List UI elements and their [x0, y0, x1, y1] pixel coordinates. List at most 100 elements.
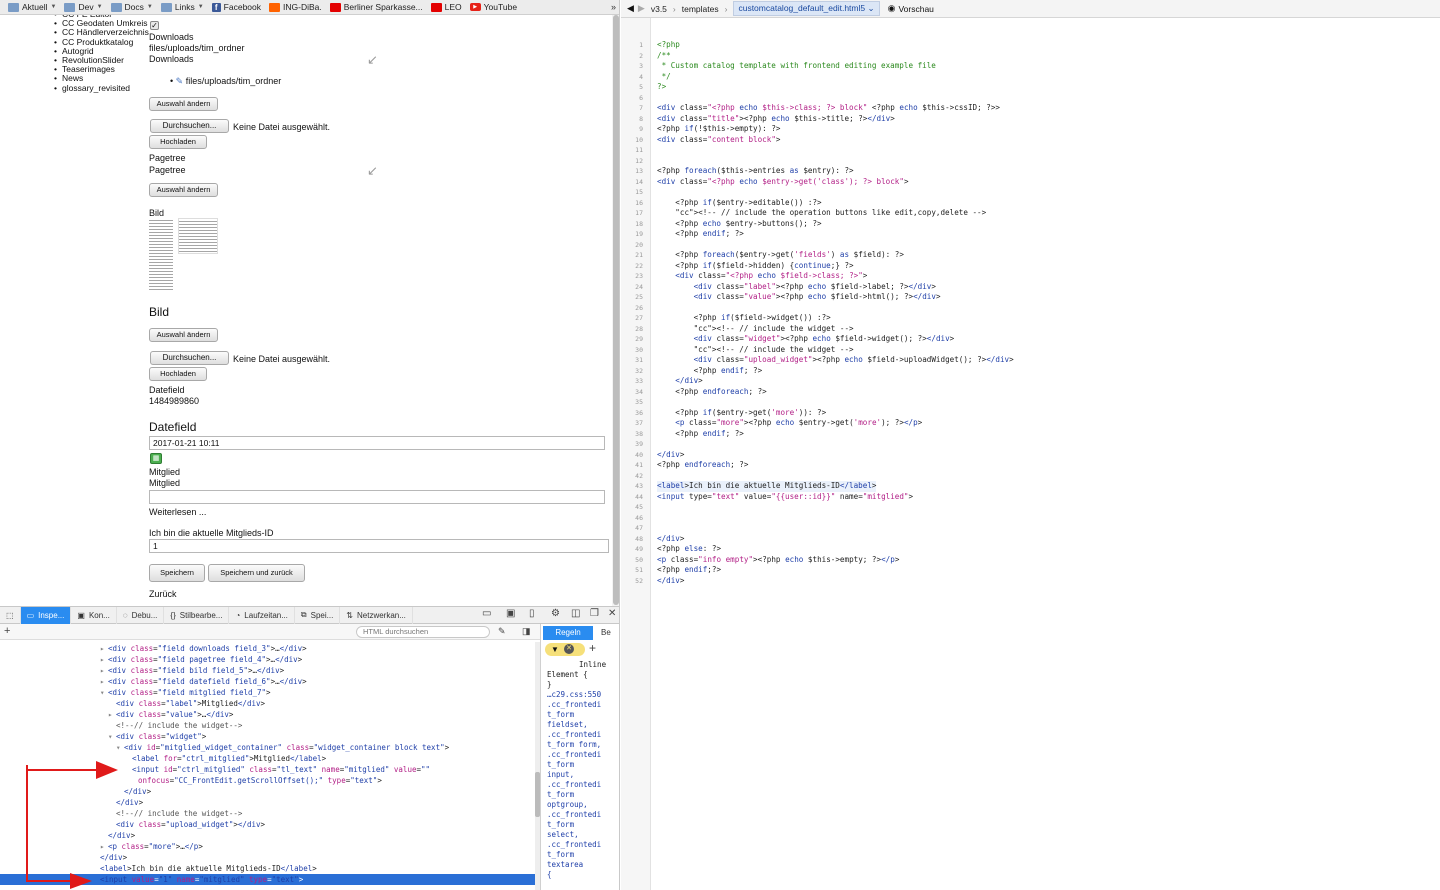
eyedropper-icon[interactable]: ✎	[498, 626, 506, 637]
collapsed-twisty-icon[interactable]: ▸	[100, 841, 105, 852]
dom-node[interactable]: </div>	[0, 786, 535, 797]
code-line[interactable]: /**	[657, 51, 671, 62]
code-line[interactable]: </div>	[657, 450, 684, 461]
forward-icon[interactable]: ▶	[638, 3, 645, 14]
page-scrollbar-thumb[interactable]	[613, 15, 619, 605]
code-line[interactable]: <p class="info empty"><?php echo $this->…	[657, 555, 899, 566]
code-line[interactable]: <?php if($entry->editable()) :?>	[657, 198, 821, 209]
html-search-input[interactable]: HTML durchsuchen	[356, 626, 490, 638]
expanded-twisty-icon[interactable]: ▾	[100, 687, 105, 698]
downloads-tree-item[interactable]: • ✎ files/uploads/tim_ordner	[170, 76, 281, 87]
dom-node[interactable]: ▸ <div class="field pagetree field_4">…</…	[0, 654, 535, 665]
code-line[interactable]: <?php foreach($this->entries as $entry):…	[657, 166, 854, 177]
dock-side-icon[interactable]: ◫	[571, 608, 580, 619]
breadcrumb-folder[interactable]: templates	[682, 4, 719, 14]
collapsed-twisty-icon[interactable]: ▸	[100, 654, 105, 665]
dom-node[interactable]: <div class="upload_widget"></div>	[0, 819, 535, 830]
collapsed-twisty-icon[interactable]: ▸	[100, 665, 105, 676]
downloads-change-selection-button[interactable]: Auswahl ändern	[149, 97, 218, 111]
code-line[interactable]: </div>	[657, 576, 684, 587]
collapsed-twisty-icon[interactable]: ▸	[100, 676, 105, 687]
page-scrollbar[interactable]	[612, 15, 619, 606]
code-line[interactable]: <p class="more"><?php echo $entry->get('…	[657, 418, 922, 429]
expanded-twisty-icon[interactable]: ▾	[108, 731, 113, 742]
pagetree-change-selection-button[interactable]: Auswahl ändern	[149, 183, 218, 197]
devtools-tab-1[interactable]: ▣ Kon...	[71, 606, 117, 624]
add-node-icon[interactable]: +	[4, 625, 10, 637]
code-line[interactable]: <?php endif;?>	[657, 565, 721, 576]
code-line[interactable]: <div class="value"><?php echo $field->ht…	[657, 292, 941, 303]
code-line[interactable]: <div class="<?php echo $entry->get('clas…	[657, 177, 909, 188]
code-line[interactable]: <?php	[657, 40, 680, 51]
rules-tab[interactable]: Regeln	[543, 626, 593, 640]
code-line[interactable]: <?php endforeach; ?>	[657, 460, 748, 471]
split-console-icon[interactable]: ▭	[482, 608, 491, 619]
dom-node[interactable]: onfocus="CC_FrontEdit.getScrollOffset();…	[0, 775, 535, 786]
code-line[interactable]: "cc"><!-- // include the widget -->	[657, 345, 854, 356]
dom-node[interactable]: </div>	[0, 852, 535, 863]
responsive-view-icon[interactable]: ▣	[506, 608, 515, 619]
code-line[interactable]: ?>	[657, 82, 666, 93]
preview-button[interactable]: Vorschau	[898, 4, 933, 14]
member-id-input[interactable]: 1	[149, 539, 609, 553]
devtools-tab-0[interactable]: ▭ Inspe...	[20, 606, 72, 624]
datefield-input[interactable]: 2017-01-21 10:11	[149, 436, 605, 450]
bookmark-3[interactable]: Links ▼	[160, 2, 204, 12]
code-line[interactable]: <?php if($entry->get('more')): ?>	[657, 408, 826, 419]
calendar-icon[interactable]: ▦	[150, 453, 162, 464]
code-line[interactable]: <div class="<?php echo $field->class; ?>…	[657, 271, 867, 282]
code-line[interactable]: <?php endif; ?>	[657, 229, 744, 240]
sidebar-toggle-icon[interactable]: ◨	[522, 626, 531, 637]
save-and-back-button[interactable]: Speichern und zurück	[208, 564, 305, 582]
devtools-tab-2[interactable]: ◌ Debu...	[117, 606, 165, 624]
code-line[interactable]: <div class="content block">	[657, 135, 780, 146]
code-line[interactable]: </div>	[657, 376, 702, 387]
dom-node[interactable]: ▸ <p class="more">…</p>	[0, 841, 535, 852]
code-line[interactable]: <div class="<?php echo $this->class; ?> …	[657, 103, 1000, 114]
dom-node[interactable]: <!--// include the widget-->	[0, 808, 535, 819]
code-line[interactable]: <div class="widget"><?php echo $field->w…	[657, 334, 955, 345]
bookmark-6[interactable]: Berliner Sparkasse...	[329, 2, 423, 12]
dom-node[interactable]: <label for="ctrl_mitglied">Mitglied</lab…	[0, 753, 535, 764]
devtools-tab-5[interactable]: ⧉ Spei...	[295, 606, 341, 624]
code-line[interactable]: <?php if(!$this->empty): ?>	[657, 124, 780, 135]
bild-browse-button[interactable]: Durchsuchen...	[150, 351, 229, 365]
code-line[interactable]: <?php endif; ?>	[657, 429, 744, 440]
save-button[interactable]: Speichern	[149, 564, 205, 582]
devtools-tab-4[interactable]: ◔ Laufzeitan...	[229, 606, 295, 624]
code-line[interactable]: <?php else: ?>	[657, 544, 721, 555]
dom-node[interactable]: ▸ <div class="value">…</div>	[0, 709, 535, 720]
devtools-tab-3[interactable]: {} Stilbearbe...	[164, 606, 230, 624]
dom-node[interactable]: </div>	[0, 797, 535, 808]
close-devtools-icon[interactable]: ✕	[608, 608, 616, 619]
image-thumbnail-tall[interactable]	[149, 218, 173, 290]
code-line[interactable]: */	[657, 72, 671, 83]
code-line[interactable]: <?php endforeach; ?>	[657, 387, 766, 398]
mitglied-input[interactable]	[149, 490, 605, 504]
bookmark-7[interactable]: LEO	[430, 2, 462, 12]
dom-node[interactable]: </div>	[0, 830, 535, 841]
code-line[interactable]: <?php endif; ?>	[657, 366, 763, 377]
dom-node[interactable]: ▾ <div id="mitglied_widget_container" cla…	[0, 742, 535, 753]
back-icon[interactable]: ◀	[627, 3, 634, 14]
code-line[interactable]: <?php foreach($entry->get('fields') as $…	[657, 250, 904, 261]
back-link[interactable]: Zurück	[149, 589, 177, 599]
downloads-upload-button[interactable]: Hochladen	[149, 135, 207, 149]
add-rule-icon[interactable]: +	[589, 641, 596, 655]
code-line[interactable]: <div class="upload_widget"><?php echo $f…	[657, 355, 1014, 366]
undock-icon[interactable]: ❐	[590, 608, 599, 619]
dom-node[interactable]: ▾ <div class="widget">	[0, 731, 535, 742]
settings-gear-icon[interactable]: ⚙	[551, 608, 560, 619]
read-more-link[interactable]: Weiterlesen ...	[149, 507, 206, 517]
dom-node[interactable]: ▸ <div class="field datefield field_6">…<…	[0, 676, 535, 687]
bild-upload-button[interactable]: Hochladen	[149, 367, 207, 381]
code-line[interactable]: <?php echo $entry->buttons(); ?>	[657, 219, 821, 230]
image-thumbnail-wide[interactable]	[178, 218, 218, 254]
code-line[interactable]: <?php if($field->widget()) :?>	[657, 313, 831, 324]
element-picker-icon[interactable]: ⬚	[0, 606, 21, 624]
breadcrumb-file[interactable]: customcatalog_default_edit.html5 ⌄	[733, 1, 880, 16]
dom-node[interactable]: <!--// include the widget-->	[0, 720, 535, 731]
code-line[interactable]: <?php if($field->hidden) {continue;} ?>	[657, 261, 853, 272]
code-line[interactable]: </div>	[657, 534, 684, 545]
bookmark-0[interactable]: Aktuell ▼	[8, 2, 56, 12]
